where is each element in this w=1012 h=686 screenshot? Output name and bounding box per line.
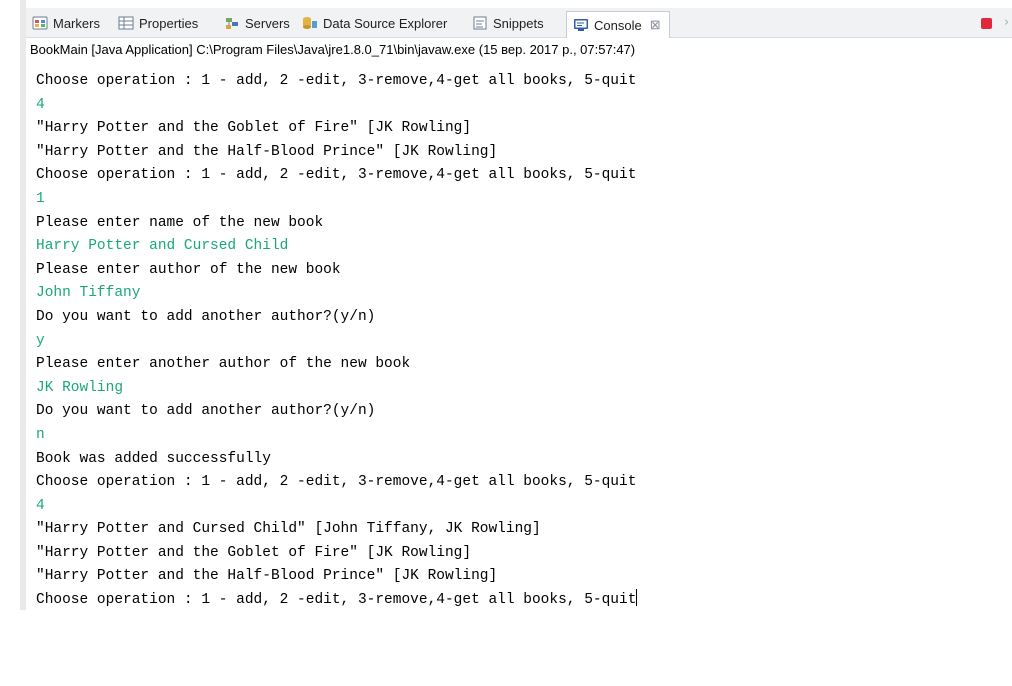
- tab-label: Markers: [53, 15, 100, 31]
- tab-data-source-explorer[interactable]: Data Source Explorer: [302, 12, 447, 34]
- console-input-line: JK Rowling: [36, 377, 1006, 401]
- console-line-text: n: [36, 426, 45, 443]
- console-output-line: Choose operation : 1 - add, 2 -edit, 3-r…: [36, 70, 1006, 94]
- console-output-line: Please enter author of the new book: [36, 259, 1006, 283]
- console-line-text: Choose operation : 1 - add, 2 -edit, 3-r…: [36, 592, 637, 609]
- eclipse-console-view: Markers Properties Servers Data Source E…: [0, 0, 1012, 686]
- console-output-line: Do you want to add another author?(y/n): [36, 306, 1006, 330]
- console-line-text: Please enter author of the new book: [36, 261, 341, 278]
- tab-label: Properties: [139, 15, 199, 31]
- text-caret: [636, 589, 638, 607]
- console-line-text: 1: [36, 190, 45, 207]
- console-line-text: Book was added successfully: [36, 450, 271, 467]
- tab-label: Snippets: [493, 15, 544, 31]
- properties-icon: [118, 15, 134, 31]
- console-toolbar: ›: [981, 12, 1012, 34]
- console-line-text: "Harry Potter and the Half-Blood Prince"…: [36, 568, 498, 585]
- console-input-line: Harry Potter and Cursed Child: [36, 235, 1006, 259]
- console-output-line: "Harry Potter and the Half-Blood Prince"…: [36, 565, 1006, 589]
- servers-icon: [224, 15, 240, 31]
- console-line-text: 4: [36, 96, 45, 113]
- console-line-text: Choose operation : 1 - add, 2 -edit, 3-r…: [36, 167, 637, 184]
- console-line-text: Choose operation : 1 - add, 2 -edit, 3-r…: [36, 73, 637, 89]
- tab-console[interactable]: Console ⊠: [566, 11, 670, 38]
- console-line-text: Do you want to add another author?(y/n): [36, 403, 376, 420]
- console-output-line: "Harry Potter and the Goblet of Fire" [J…: [36, 542, 1006, 566]
- left-panel-edge: [0, 0, 26, 610]
- console-line-text: "Harry Potter and the Half-Blood Prince"…: [36, 143, 498, 160]
- console-input-line: 4: [36, 495, 1006, 519]
- view-tab-bar: Markers Properties Servers Data Source E…: [26, 8, 1012, 38]
- tab-label: Data Source Explorer: [323, 15, 448, 31]
- snippets-icon: [472, 15, 488, 31]
- tab-servers[interactable]: Servers: [224, 12, 290, 34]
- console-line-text: "Harry Potter and the Goblet of Fire" [J…: [36, 544, 472, 561]
- data-source-explorer-icon: [302, 15, 318, 31]
- terminate-icon[interactable]: [981, 17, 992, 29]
- tab-snippets[interactable]: Snippets: [472, 12, 544, 34]
- console-line-text: Please enter name of the new book: [36, 214, 324, 231]
- launch-configuration-label: BookMain [Java Application] C:\Program F…: [30, 42, 636, 57]
- console-line-text: 4: [36, 497, 45, 514]
- console-input-line: 1: [36, 188, 1006, 212]
- console-icon: [573, 17, 589, 33]
- console-line-text: Choose operation : 1 - add, 2 -edit, 3-r…: [36, 474, 637, 491]
- console-line-text: "Harry Potter and Cursed Child" [John Ti…: [36, 521, 541, 538]
- console-output-line: "Harry Potter and the Goblet of Fire" [J…: [36, 117, 1006, 141]
- tab-markers[interactable]: Markers: [32, 12, 100, 34]
- console-output-line: "Harry Potter and the Half-Blood Prince"…: [36, 141, 1006, 165]
- console-line-text: "Harry Potter and the Goblet of Fire" [J…: [36, 120, 472, 137]
- console-output[interactable]: Choose operation : 1 - add, 2 -edit, 3-r…: [36, 70, 1006, 630]
- console-line-text: Harry Potter and Cursed Child: [36, 238, 289, 255]
- console-line-text: JK Rowling: [36, 379, 124, 396]
- console-output-line: Choose operation : 1 - add, 2 -edit, 3-r…: [36, 589, 1006, 613]
- console-output-line: Book was added successfully: [36, 448, 1006, 472]
- tab-label: Servers: [245, 15, 290, 31]
- console-line-text: Do you want to add another author?(y/n): [36, 308, 376, 325]
- console-input-line: n: [36, 424, 1006, 448]
- console-output-line: Please enter name of the new book: [36, 212, 1006, 236]
- console-input-line: John Tiffany: [36, 282, 1006, 306]
- console-input-line: 4: [36, 94, 1006, 118]
- markers-icon: [32, 15, 48, 31]
- console-output-line: Please enter another author of the new b…: [36, 353, 1006, 377]
- console-input-line: y: [36, 330, 1006, 354]
- console-output-line: Choose operation : 1 - add, 2 -edit, 3-r…: [36, 164, 1006, 188]
- console-line-text: y: [36, 332, 45, 349]
- tab-label: Console: [594, 17, 642, 33]
- console-line-text: Please enter another author of the new b…: [36, 356, 411, 373]
- console-line-text: John Tiffany: [36, 285, 141, 302]
- tab-properties[interactable]: Properties: [118, 12, 198, 34]
- console-output-line: Choose operation : 1 - add, 2 -edit, 3-r…: [36, 471, 1006, 495]
- console-output-line: "Harry Potter and Cursed Child" [John Ti…: [36, 518, 1006, 542]
- chevron-right-icon[interactable]: ›: [1004, 16, 1012, 30]
- close-icon[interactable]: ⊠: [650, 17, 661, 33]
- console-output-line: Do you want to add another author?(y/n): [36, 400, 1006, 424]
